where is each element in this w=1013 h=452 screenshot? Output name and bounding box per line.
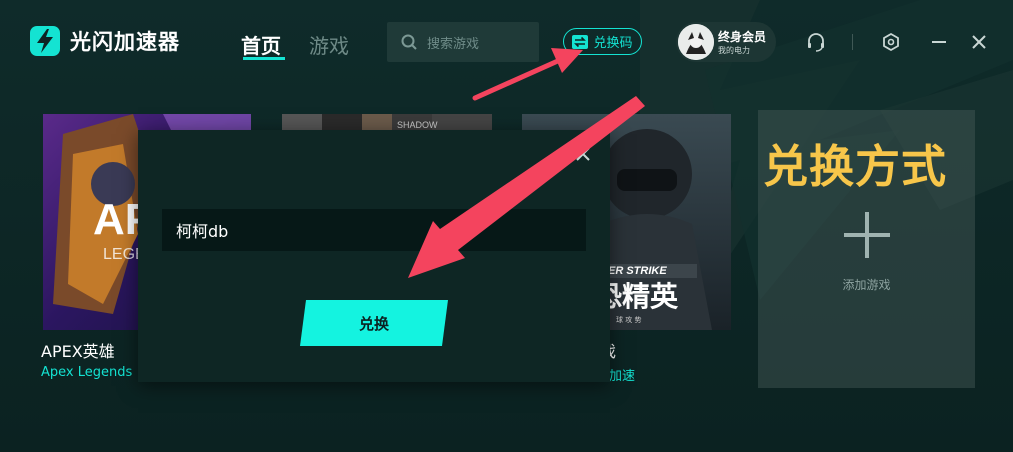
toolbar-divider [852, 34, 853, 50]
redeem-submit-button[interactable]: 兑换 [300, 300, 448, 346]
active-tab-indicator [243, 57, 285, 60]
cs-art-small: 球 攻 势 [616, 315, 641, 324]
redeem-code-button[interactable]: 兑换码 [563, 28, 642, 55]
tab-home[interactable]: 首页 [241, 30, 281, 59]
game-subtitle-cs-fragment: 加速 [609, 369, 636, 384]
member-badge[interactable]: 终身会员 我的电力 [676, 22, 776, 62]
cs-art-banner: ER STRIKE [608, 265, 667, 277]
exchange-icon [572, 34, 589, 49]
search-box[interactable]: 搜索游戏 [387, 22, 539, 62]
plus-icon [844, 212, 890, 258]
game-subtitle-apex: Apex Legends [41, 365, 133, 380]
app-name: 光闪加速器 [70, 30, 180, 54]
avatar-image [678, 24, 714, 60]
top-bar: 光闪加速器 首页 游戏 搜索游戏 兑换码 终身会员 我的电力 [0, 0, 1013, 86]
minimize-icon[interactable] [929, 32, 949, 52]
redeem-submit-label: 兑换 [358, 314, 389, 333]
game-title-apex: APEX英雄 [41, 342, 115, 361]
shadow-art-text: SHADOW [397, 120, 438, 130]
app-logo[interactable]: 光闪加速器 [28, 24, 180, 58]
redeem-code-input[interactable] [162, 209, 586, 251]
lightning-logo-icon [30, 26, 60, 56]
redeem-code-label: 兑换码 [593, 36, 633, 51]
search-placeholder: 搜索游戏 [427, 36, 480, 52]
redeem-dialog: 兑换 [138, 130, 610, 382]
search-icon [401, 34, 417, 50]
settings-icon[interactable] [881, 32, 901, 52]
overlay-annotation-text: 兑换方式 [763, 140, 948, 193]
member-subtitle: 我的电力 [718, 46, 750, 55]
tab-games[interactable]: 游戏 [309, 30, 349, 59]
member-title: 终身会员 [718, 30, 767, 44]
avatar[interactable] [678, 24, 714, 60]
add-game-label: 添加游戏 [842, 278, 891, 292]
headset-icon[interactable] [806, 32, 826, 52]
dialog-close-icon[interactable] [575, 146, 591, 162]
close-icon[interactable] [969, 32, 989, 52]
